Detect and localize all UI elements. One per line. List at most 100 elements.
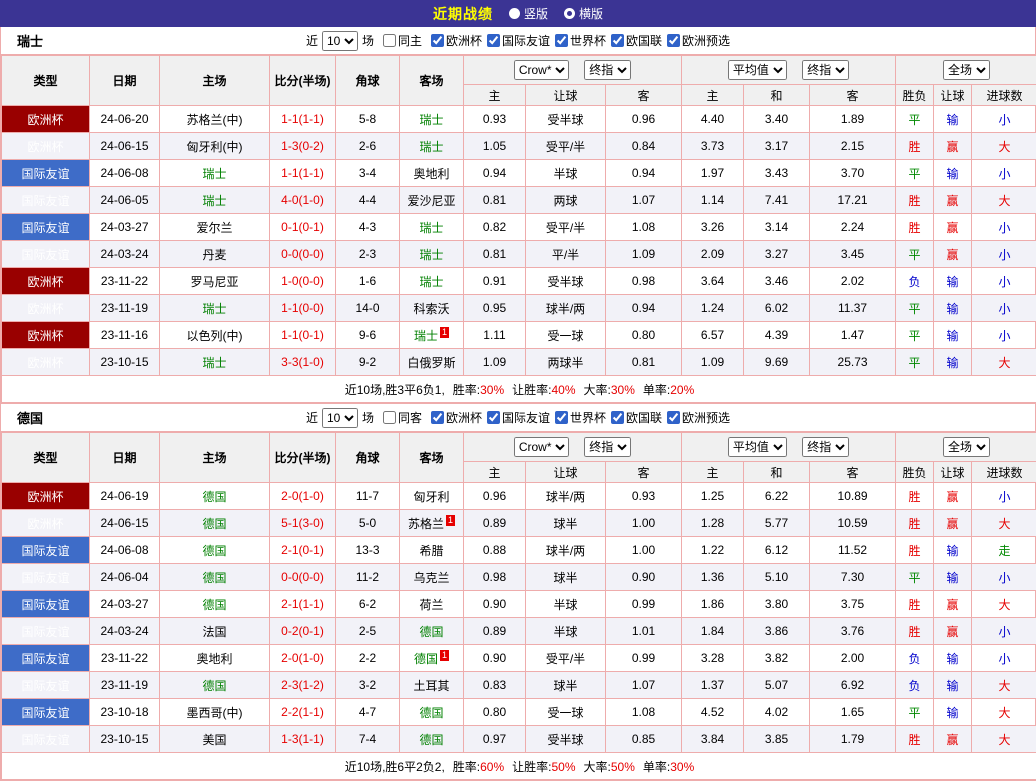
away-team[interactable]: 荷兰 xyxy=(419,598,443,612)
home-team[interactable]: 罗马尼亚 xyxy=(190,275,238,289)
away-team[interactable]: 瑞士 xyxy=(419,140,443,154)
euro-away-odds: 1.65 xyxy=(810,699,896,726)
competition-input[interactable] xyxy=(555,34,568,47)
home-team[interactable]: 瑞士 xyxy=(202,194,226,208)
euro-final-select[interactable]: 终指 xyxy=(802,60,849,80)
recent-count-select[interactable]: 10 xyxy=(322,408,358,428)
same-venue-input[interactable] xyxy=(383,411,396,424)
result-win-draw-loss: 胜 xyxy=(896,483,934,510)
home-team[interactable]: 以色列(中) xyxy=(187,329,243,343)
competition-checkbox[interactable]: 世界杯 xyxy=(555,409,606,426)
asian-home-odds: 0.82 xyxy=(464,214,526,241)
euro-away-odds: 1.89 xyxy=(810,106,896,133)
asian-handicap: 球半/两 xyxy=(526,295,606,322)
home-team[interactable]: 德国 xyxy=(202,679,226,693)
home-team[interactable]: 丹麦 xyxy=(202,248,226,262)
away-team[interactable]: 白俄罗斯 xyxy=(407,356,455,370)
away-team[interactable]: 乌克兰 xyxy=(413,571,449,585)
away-team[interactable]: 德国 xyxy=(414,652,438,666)
home-team[interactable]: 德国 xyxy=(202,598,226,612)
match-row: 国际友谊 23-11-19 德国 2-3(1-2) 3-2 土耳其 0.83 球… xyxy=(2,672,1036,699)
away-team[interactable]: 奥地利 xyxy=(413,167,449,181)
same-venue-checkbox[interactable]: 同客 xyxy=(383,409,422,426)
away-team[interactable]: 德国 xyxy=(419,706,443,720)
home-team[interactable]: 德国 xyxy=(202,490,226,504)
result-goals: 大 xyxy=(972,187,1036,214)
asian-final-select[interactable]: 终指 xyxy=(584,60,631,80)
subcol-euro-away: 客 xyxy=(810,85,896,106)
euro-final-select[interactable]: 终指 xyxy=(802,437,849,457)
competition-input[interactable] xyxy=(487,411,500,424)
competition-input[interactable] xyxy=(611,411,624,424)
home-team[interactable]: 苏格兰(中) xyxy=(187,113,243,127)
away-team[interactable]: 匈牙利 xyxy=(413,490,449,504)
home-team[interactable]: 匈牙利(中) xyxy=(187,140,243,154)
bookmaker-select[interactable]: Crow* xyxy=(514,60,569,80)
asian-final-select[interactable]: 终指 xyxy=(584,437,631,457)
home-team[interactable]: 墨西哥(中) xyxy=(187,706,243,720)
competition-checkbox[interactable]: 欧洲预选 xyxy=(667,409,730,426)
euro-home-odds: 1.28 xyxy=(682,510,744,537)
home-team[interactable]: 爱尔兰 xyxy=(196,221,232,235)
away-team[interactable]: 科索沃 xyxy=(413,302,449,316)
home-team[interactable]: 奥地利 xyxy=(196,652,232,666)
away-team[interactable]: 希腊 xyxy=(419,544,443,558)
away-team[interactable]: 德国 xyxy=(419,733,443,747)
home-team[interactable]: 瑞士 xyxy=(202,356,226,370)
away-team[interactable]: 爱沙尼亚 xyxy=(407,194,455,208)
bookmaker-select[interactable]: Crow* xyxy=(514,437,569,457)
match-corners: 11-7 xyxy=(336,483,400,510)
layout-radio-vertical[interactable]: 竖版 xyxy=(509,5,548,22)
home-team[interactable]: 德国 xyxy=(202,517,226,531)
euro-average-select[interactable]: 平均值 xyxy=(728,437,787,457)
away-team[interactable]: 德国 xyxy=(419,625,443,639)
euro-home-odds: 3.28 xyxy=(682,645,744,672)
match-corners: 2-3 xyxy=(336,241,400,268)
away-team-cell: 爱沙尼亚 xyxy=(400,187,464,214)
competition-checkbox[interactable]: 国际友谊 xyxy=(487,32,550,49)
home-team[interactable]: 瑞士 xyxy=(202,167,226,181)
same-venue-checkbox[interactable]: 同主 xyxy=(383,32,422,49)
home-team[interactable]: 德国 xyxy=(202,544,226,558)
summary-stat-label: 让胜率: xyxy=(512,760,551,774)
competition-input[interactable] xyxy=(431,34,444,47)
recent-count-select[interactable]: 10 xyxy=(322,31,358,51)
competition-input[interactable] xyxy=(555,411,568,424)
competition-checkbox[interactable]: 欧国联 xyxy=(611,409,662,426)
same-venue-input[interactable] xyxy=(383,34,396,47)
competition-checkbox[interactable]: 欧洲预选 xyxy=(667,32,730,49)
euro-average-select[interactable]: 平均值 xyxy=(728,60,787,80)
away-team[interactable]: 土耳其 xyxy=(413,679,449,693)
euro-draw-odds: 5.77 xyxy=(744,510,810,537)
home-team[interactable]: 美国 xyxy=(202,733,226,747)
competition-input[interactable] xyxy=(487,34,500,47)
competition-input[interactable] xyxy=(667,411,680,424)
competition-input[interactable] xyxy=(431,411,444,424)
home-team[interactable]: 瑞士 xyxy=(202,302,226,316)
competition-checkbox[interactable]: 欧洲杯 xyxy=(431,32,482,49)
away-team[interactable]: 瑞士 xyxy=(419,275,443,289)
away-team[interactable]: 瑞士 xyxy=(419,221,443,235)
away-team[interactable]: 瑞士 xyxy=(419,248,443,262)
home-team[interactable]: 德国 xyxy=(202,571,226,585)
competition-checkbox[interactable]: 欧国联 xyxy=(611,32,662,49)
match-score: 1-0(0-0) xyxy=(270,268,336,295)
period-select[interactable]: 全场 xyxy=(943,60,990,80)
competition-checkbox[interactable]: 欧洲杯 xyxy=(431,409,482,426)
away-team[interactable]: 瑞士 xyxy=(419,113,443,127)
period-select[interactable]: 全场 xyxy=(943,437,990,457)
competition-input[interactable] xyxy=(667,34,680,47)
result-win-draw-loss: 胜 xyxy=(896,726,934,753)
layout-radio-horizontal[interactable]: 横版 xyxy=(564,5,603,22)
away-team[interactable]: 瑞士 xyxy=(414,329,438,343)
asian-away-odds: 1.08 xyxy=(606,214,682,241)
home-team[interactable]: 法国 xyxy=(202,625,226,639)
away-team[interactable]: 苏格兰 xyxy=(408,517,444,531)
competition-checkbox[interactable]: 世界杯 xyxy=(555,32,606,49)
competition-input[interactable] xyxy=(611,34,624,47)
col-home: 主场 xyxy=(160,56,270,106)
asian-home-odds: 0.90 xyxy=(464,645,526,672)
competition-checkbox[interactable]: 国际友谊 xyxy=(487,409,550,426)
col-corners: 角球 xyxy=(336,433,400,483)
asian-handicap: 受平/半 xyxy=(526,214,606,241)
